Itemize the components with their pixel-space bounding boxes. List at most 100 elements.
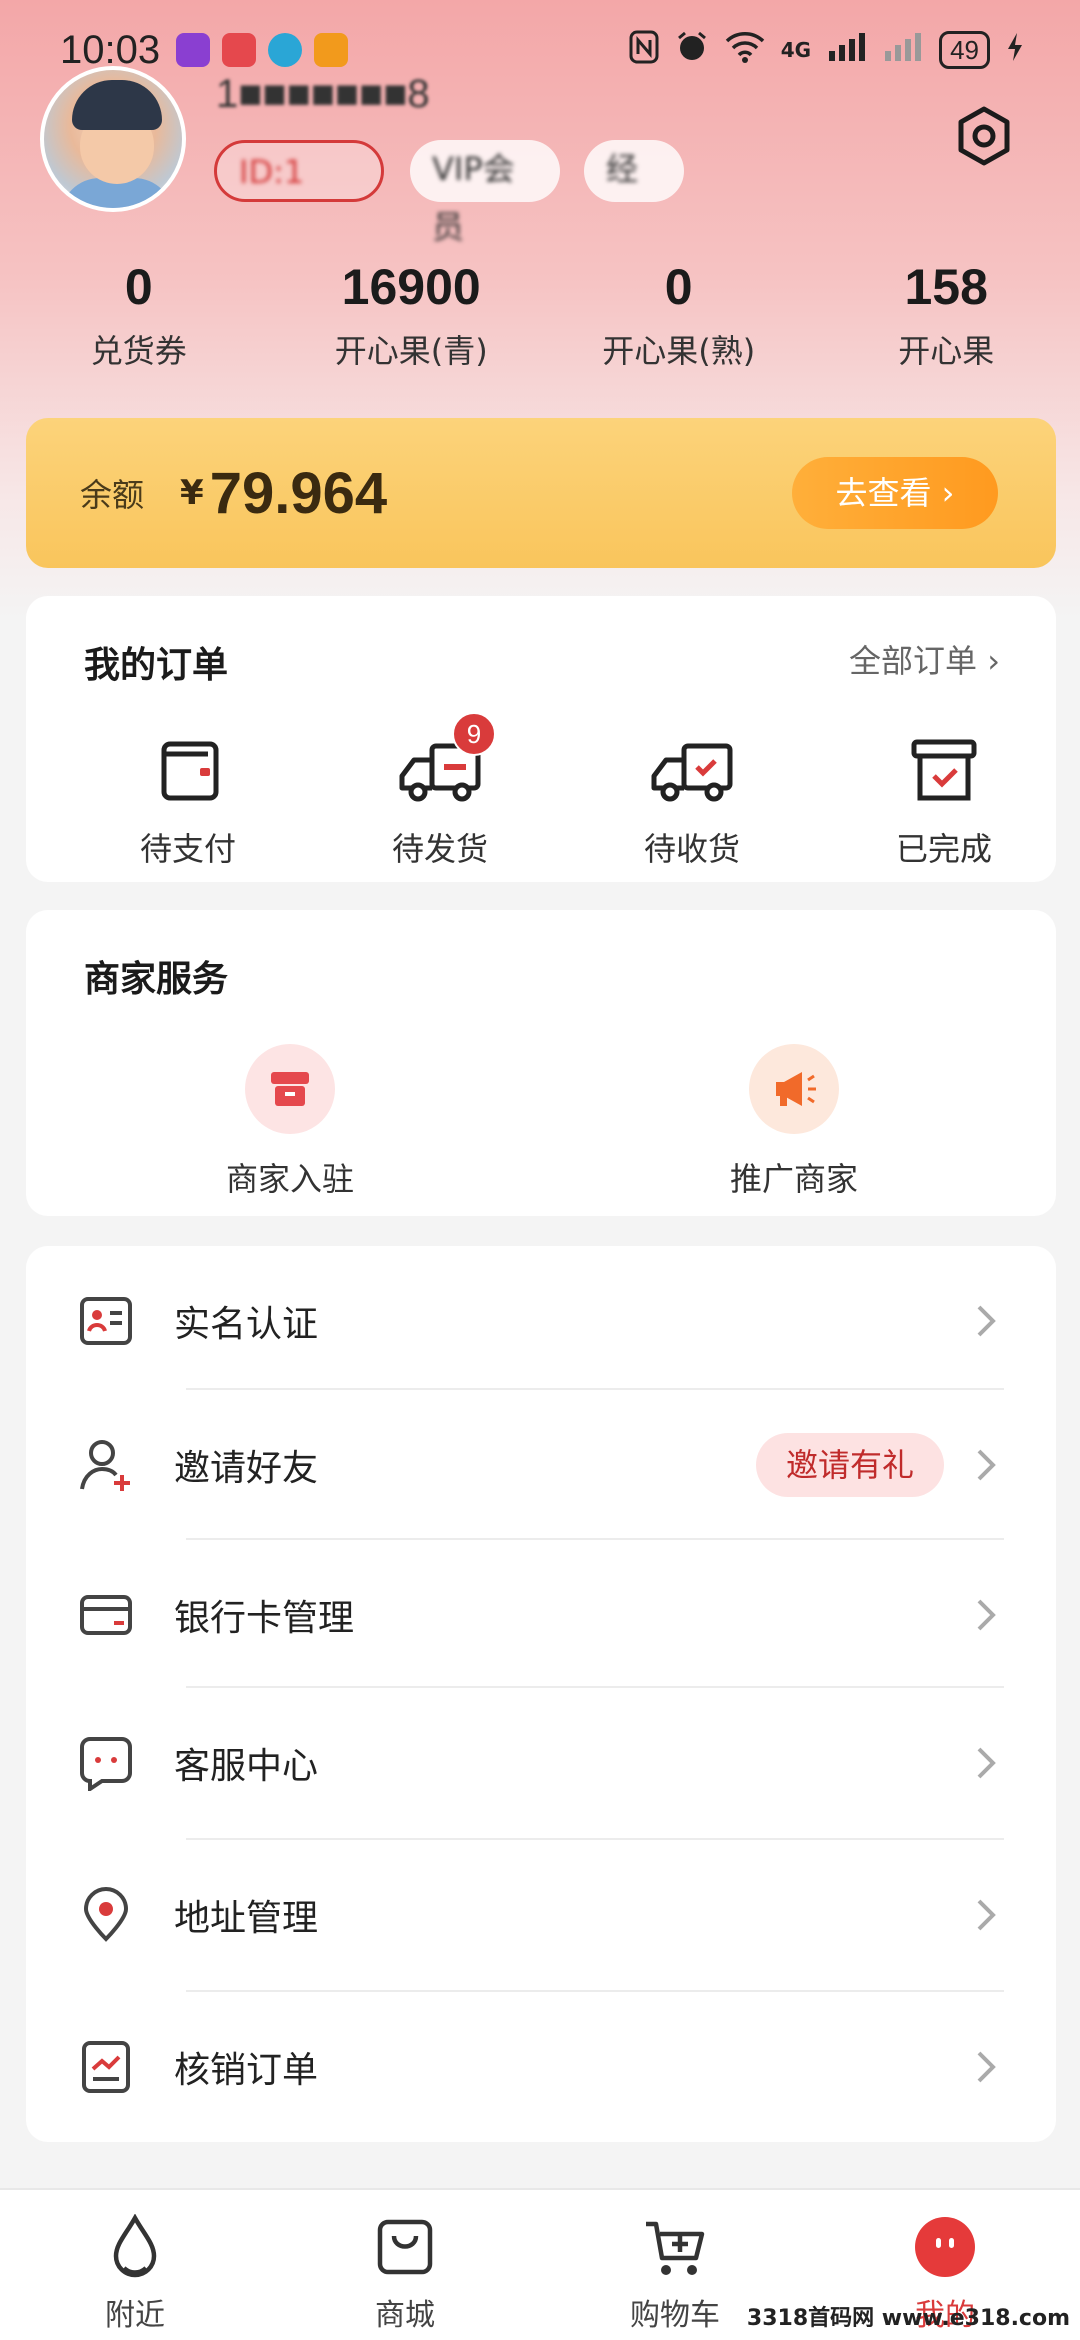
merchant-join[interactable]: 商家入驻 — [170, 1044, 410, 1200]
shipment-count-badge: 9 — [452, 712, 496, 756]
signal-weak-icon — [883, 31, 923, 70]
stats-row: 0 兑货券 16900 开心果(青) 0 开心果(熟) 158 开心果 — [0, 258, 1080, 372]
level-badge[interactable]: 经 — [584, 140, 684, 202]
chevron-right-icon — [977, 1899, 996, 1931]
menu-label: 核销订单 — [174, 2050, 319, 2091]
stat-voucher[interactable]: 0 兑货券 — [0, 258, 277, 372]
order-label: 待收货 — [643, 830, 740, 868]
truck-pending-icon: 9 — [392, 712, 496, 816]
blue-app-icon — [268, 33, 303, 67]
stat-fruit[interactable]: 158 开心果 — [812, 258, 1080, 372]
network-type: 4G — [780, 38, 812, 62]
tab-mall[interactable]: 商城 — [270, 2190, 540, 2340]
order-label: 待发货 — [391, 830, 488, 868]
settings-menu-card: 实名认证 邀请好友 邀请有礼 银行卡管理 客服中心 地址管理 核销订单 — [26, 1246, 1056, 2142]
stat-label: 开心果 — [898, 332, 995, 370]
wallet-icon — [140, 726, 236, 816]
menu-label: 实名认证 — [174, 1304, 319, 1345]
stat-label: 开心果(熟) — [602, 332, 756, 370]
watermark: 3318首码网 www.e318.com — [746, 2306, 1070, 2331]
tab-label: 附近 — [105, 2298, 165, 2333]
vip-badge[interactable]: VIP会员 — [410, 140, 560, 246]
chevron-right-icon — [977, 1599, 996, 1631]
status-indicators: 4G 49 — [629, 30, 1024, 71]
merchant-label: 商家入驻 — [225, 1160, 354, 1198]
order-pending-receipt[interactable]: 待收货 — [592, 726, 792, 870]
order-label: 待支付 — [139, 830, 236, 868]
chevron-right-icon — [977, 1449, 996, 1481]
stat-fruit-ripe[interactable]: 0 开心果(熟) — [545, 258, 813, 372]
menu-invite-friends[interactable]: 邀请好友 邀请有礼 — [26, 1390, 1056, 1540]
menu-label: 客服中心 — [174, 1746, 319, 1787]
balance-card: 余额 ¥ 79.964 去查看 › — [26, 418, 1056, 568]
balance-amount: 79.964 — [209, 460, 388, 526]
signal-icon — [827, 31, 867, 70]
invite-reward-tag: 邀请有礼 — [755, 1433, 944, 1497]
user-id-badge[interactable]: ID:1 — [214, 140, 384, 202]
merchant-title: 商家服务 — [84, 959, 229, 1000]
order-label: 已完成 — [895, 830, 992, 868]
stat-value: 0 — [664, 259, 693, 315]
box-check-icon — [896, 726, 992, 816]
user-id-text: ID:1 — [239, 153, 305, 191]
bank-card-icon — [80, 1595, 132, 1635]
menu-real-name[interactable]: 实名认证 — [26, 1246, 1056, 1396]
chevron-right-icon — [977, 1747, 996, 1779]
avatar[interactable] — [40, 66, 186, 212]
profile-face-icon — [915, 2217, 975, 2277]
chat-icon — [80, 1737, 132, 1791]
video-app-icon — [314, 33, 349, 67]
battery-level: 49 — [939, 31, 990, 69]
charging-icon — [1006, 32, 1024, 69]
menu-label: 地址管理 — [174, 1898, 319, 1939]
drop-icon — [113, 2213, 157, 2278]
nfc-icon — [629, 30, 659, 71]
menu-label: 邀请好友 — [174, 1448, 319, 1489]
view-balance-button[interactable]: 去查看 › — [792, 457, 998, 529]
stat-value: 16900 — [341, 259, 481, 315]
orders-card: 我的订单 全部订单 › 待支付 9 待发货 待收货 已完成 — [26, 596, 1056, 882]
red-app-icon — [222, 33, 257, 67]
username: 1■■■■■■■8 — [216, 72, 430, 116]
balance-label: 余额 — [80, 476, 145, 514]
menu-customer-service[interactable]: 客服中心 — [26, 1688, 1056, 1838]
stat-value: 158 — [904, 259, 988, 315]
order-pending-shipment[interactable]: 9 待发货 — [340, 712, 540, 870]
balance-currency: ¥ — [180, 473, 204, 513]
tab-nearby[interactable]: 附近 — [0, 2190, 270, 2340]
stat-value: 0 — [124, 259, 153, 315]
order-pending-payment[interactable]: 待支付 — [88, 726, 288, 870]
merchant-services-card: 商家服务 商家入驻 推广商家 — [26, 910, 1056, 1216]
stat-label: 兑货券 — [90, 332, 187, 370]
report-icon — [82, 2041, 130, 2093]
bank-app-icon — [176, 33, 211, 67]
chevron-right-icon — [977, 1305, 996, 1337]
promote-merchant[interactable]: 推广商家 — [674, 1044, 914, 1200]
level-text: 经 — [606, 150, 639, 188]
cart-icon — [646, 2221, 705, 2275]
settings-button[interactable] — [952, 104, 1016, 168]
menu-address[interactable]: 地址管理 — [26, 1840, 1056, 1990]
megaphone-icon — [749, 1044, 839, 1134]
menu-verify-orders[interactable]: 核销订单 — [26, 1992, 1056, 2142]
menu-label: 银行卡管理 — [174, 1598, 355, 1639]
menu-bank-card[interactable]: 银行卡管理 — [26, 1540, 1056, 1690]
stat-label: 开心果(青) — [334, 332, 488, 370]
status-app-icons — [176, 33, 349, 67]
location-pin-icon — [83, 1887, 129, 1942]
order-completed[interactable]: 已完成 — [844, 726, 1044, 870]
wifi-icon — [725, 31, 765, 70]
chevron-right-icon — [977, 2051, 996, 2083]
add-user-icon — [80, 1440, 130, 1491]
all-orders-link[interactable]: 全部订单 › — [849, 636, 1000, 682]
merchant-label: 推广商家 — [729, 1160, 858, 1198]
shopping-bag-icon — [377, 2219, 433, 2275]
orders-title: 我的订单 — [84, 645, 229, 686]
alarm-icon — [675, 30, 709, 71]
truck-check-icon — [644, 726, 740, 816]
stat-fruit-green[interactable]: 16900 开心果(青) — [277, 258, 545, 372]
hexagon-settings-icon — [958, 106, 1010, 166]
id-card-icon — [80, 1297, 132, 1345]
tab-label: 商城 — [375, 2298, 435, 2333]
store-icon — [245, 1044, 335, 1134]
